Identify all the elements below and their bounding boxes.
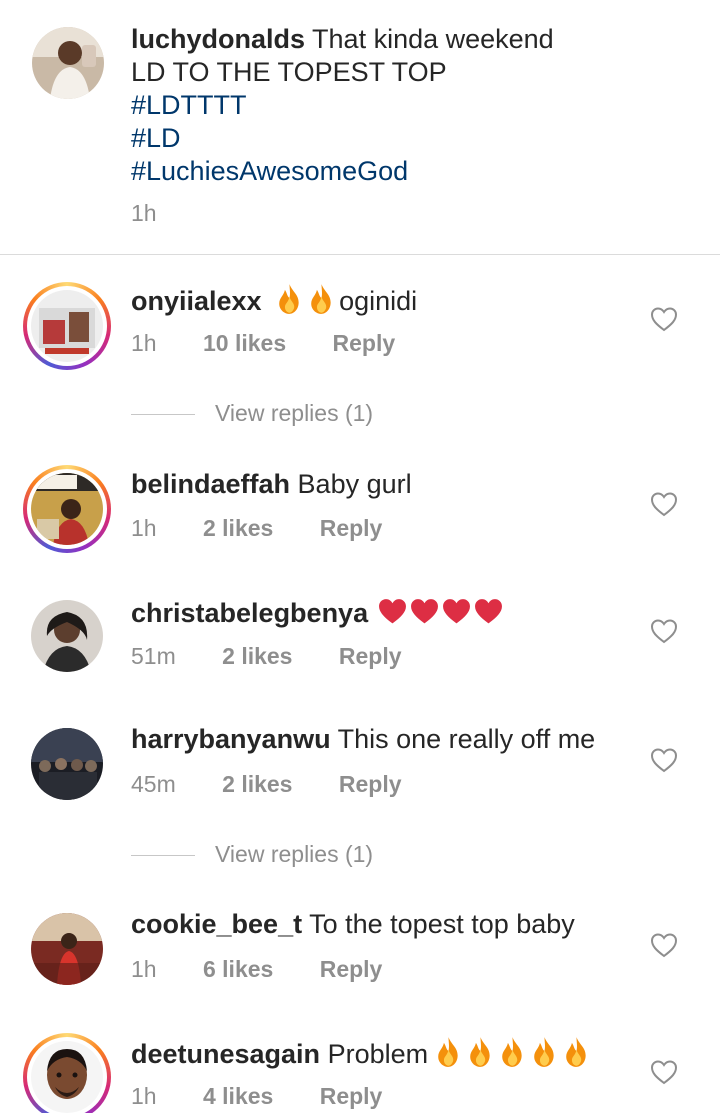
- reply-button[interactable]: Reply: [339, 643, 402, 670]
- fire-emoji: [562, 1036, 591, 1068]
- caption-body: That kinda weekend: [312, 24, 554, 54]
- comment-meta: 51m 2 likes Reply: [131, 643, 402, 670]
- comment-time: 45m: [131, 771, 176, 797]
- fire-emoji: [530, 1036, 559, 1068]
- likes-count[interactable]: 2 likes: [203, 515, 273, 542]
- likes-count[interactable]: 4 likes: [203, 1083, 273, 1110]
- comment-username[interactable]: onyiialexx: [131, 286, 262, 316]
- comment-body: Problem: [327, 1039, 429, 1069]
- fire-emoji: [434, 1036, 463, 1068]
- comment-time: 1h: [131, 956, 157, 982]
- avatar[interactable]: [31, 913, 103, 985]
- view-replies-button[interactable]: View replies (1): [131, 841, 373, 868]
- comment-time: 51m: [131, 643, 176, 669]
- caption-username[interactable]: luchydonalds: [131, 24, 305, 54]
- heart-emoji: [410, 595, 439, 627]
- comment-body: This one really off me: [337, 724, 596, 754]
- view-replies-label: View replies (1): [215, 841, 374, 867]
- likes-count[interactable]: 6 likes: [203, 956, 273, 983]
- avatar[interactable]: [31, 600, 103, 672]
- comment-time: 1h: [131, 515, 157, 541]
- likes-count[interactable]: 10 likes: [203, 330, 286, 357]
- heart-outline-icon[interactable]: [650, 306, 678, 332]
- comment-meta: 45m 2 likes Reply: [131, 771, 402, 798]
- comment-body: Baby gurl: [297, 469, 412, 499]
- comment-time: 1h: [131, 1083, 157, 1109]
- view-replies-button[interactable]: View replies (1): [131, 400, 373, 427]
- caption-line2: LD TO THE TOPEST TOP: [131, 57, 447, 87]
- caption-time: 1h: [131, 200, 157, 226]
- comment-username[interactable]: christabelegbenya: [131, 598, 368, 628]
- comment-username[interactable]: harrybanyanwu: [131, 724, 331, 754]
- comment-text: belindaeffah Baby gurl: [131, 468, 412, 501]
- hashtag[interactable]: #LuchiesAwesomeGod: [131, 155, 554, 188]
- comment-meta: 1h 10 likes Reply: [131, 330, 395, 357]
- comment-text: christabelegbenya: [131, 595, 506, 630]
- heart-outline-icon[interactable]: [650, 491, 678, 517]
- hashtag[interactable]: #LDTTTT: [131, 89, 554, 122]
- story-ring[interactable]: [23, 1033, 111, 1113]
- comment-username[interactable]: deetunesagain: [131, 1039, 320, 1069]
- hashtag[interactable]: #LD: [131, 122, 554, 155]
- story-ring[interactable]: [23, 465, 111, 553]
- view-replies-label: View replies (1): [215, 400, 374, 426]
- heart-emoji: [474, 595, 503, 627]
- heart-outline-icon[interactable]: [650, 932, 678, 958]
- comment-username[interactable]: cookie_bee_t: [131, 909, 302, 939]
- avatar[interactable]: [31, 728, 103, 800]
- post-caption: luchydonalds That kinda weekend LD TO TH…: [0, 0, 720, 255]
- reply-button[interactable]: Reply: [339, 771, 402, 798]
- fire-emoji: [466, 1036, 495, 1068]
- comment-body: oginidi: [339, 286, 418, 316]
- avatar: [31, 290, 103, 362]
- reply-button[interactable]: Reply: [320, 515, 383, 542]
- comment-text: onyiialexx oginidi: [131, 283, 417, 318]
- caption-text: luchydonalds That kinda weekend LD TO TH…: [131, 23, 554, 230]
- comment-text: harrybanyanwu This one really off me: [131, 723, 595, 756]
- comment-meta: 1h 4 likes Reply: [131, 1083, 382, 1110]
- story-ring[interactable]: [23, 282, 111, 370]
- comment-text: deetunesagain Problem: [131, 1036, 594, 1071]
- reply-button[interactable]: Reply: [333, 330, 396, 357]
- heart-emoji: [442, 595, 471, 627]
- reply-button[interactable]: Reply: [320, 956, 383, 983]
- avatar[interactable]: [32, 27, 104, 99]
- likes-count[interactable]: 2 likes: [222, 643, 292, 670]
- divider: [131, 414, 195, 416]
- comment-meta: 1h 2 likes Reply: [131, 515, 382, 542]
- comment-text: cookie_bee_t To the topest top baby: [131, 908, 575, 941]
- fire-emoji: [275, 283, 304, 315]
- comment-body: To the topest top baby: [309, 909, 575, 939]
- fire-emoji: [498, 1036, 527, 1068]
- heart-outline-icon[interactable]: [650, 618, 678, 644]
- heart-outline-icon[interactable]: [650, 747, 678, 773]
- avatar: [31, 473, 103, 545]
- reply-button[interactable]: Reply: [320, 1083, 383, 1110]
- avatar: [31, 1041, 103, 1113]
- heart-outline-icon[interactable]: [650, 1059, 678, 1085]
- fire-emoji: [307, 283, 336, 315]
- likes-count[interactable]: 2 likes: [222, 771, 292, 798]
- comment-username[interactable]: belindaeffah: [131, 469, 290, 499]
- divider: [131, 855, 195, 857]
- heart-emoji: [378, 595, 407, 627]
- comment-meta: 1h 6 likes Reply: [131, 956, 382, 983]
- comment-time: 1h: [131, 330, 157, 356]
